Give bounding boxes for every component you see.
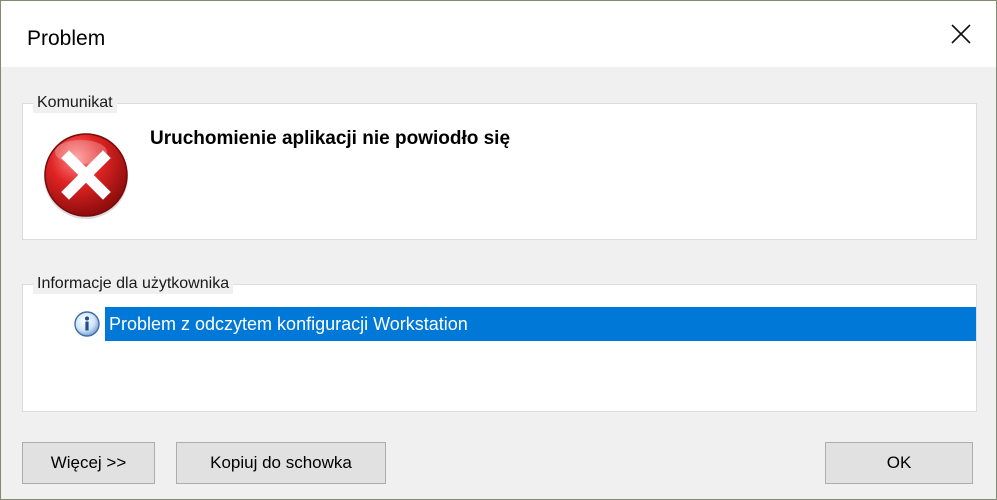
- problem-dialog: Problem Komunikat Uruchomienie aplikacji…: [0, 0, 997, 500]
- user-info-group-legend: Informacje dla użytkownika: [33, 274, 234, 294]
- close-button[interactable]: [926, 1, 996, 67]
- error-icon: [44, 133, 128, 219]
- user-info-group: Informacje dla użytkownika Problem z odc…: [22, 274, 977, 412]
- info-icon: [74, 311, 100, 337]
- ok-button[interactable]: OK: [825, 442, 973, 484]
- message-group: Komunikat Uruchomienie aplikacji nie pow…: [22, 93, 977, 240]
- title-bar: Problem: [1, 1, 996, 67]
- list-item[interactable]: Problem z odczytem konfiguracji Workstat…: [71, 307, 976, 341]
- error-message: Uruchomienie aplikacji nie powiodło się: [150, 128, 511, 149]
- copy-to-clipboard-button[interactable]: Kopiuj do schowka: [176, 442, 386, 484]
- window-title: Problem: [27, 27, 106, 50]
- list-item-label: Problem z odczytem konfiguracji Workstat…: [105, 307, 976, 341]
- message-group-legend: Komunikat: [33, 93, 117, 113]
- close-icon: [951, 24, 971, 44]
- more-button[interactable]: Więcej >>: [22, 442, 155, 484]
